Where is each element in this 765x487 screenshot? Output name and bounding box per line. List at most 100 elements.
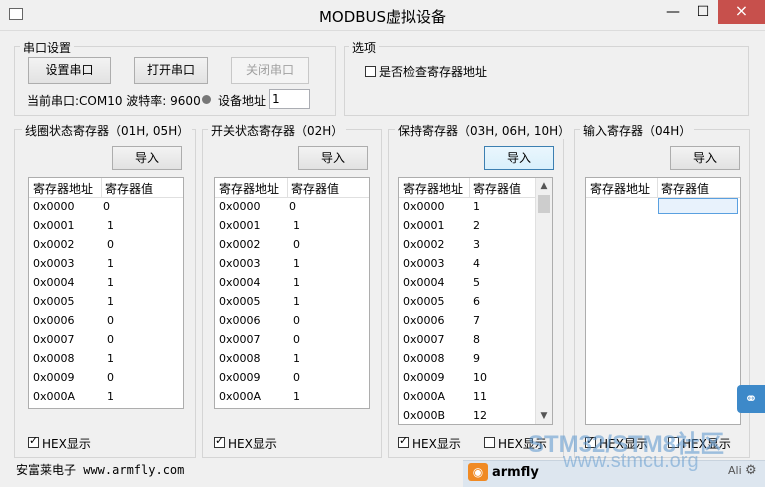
table-row[interactable]: 0x0002 0 xyxy=(29,236,183,255)
column-header-address[interactable]: 寄存器地址 xyxy=(219,180,279,197)
register-value-cell[interactable]: 0 xyxy=(107,314,114,327)
register-value-cell[interactable]: 10 xyxy=(473,371,487,384)
table-row[interactable]: 0x000A 1 xyxy=(215,388,369,407)
register-address-cell[interactable]: 0x0002 xyxy=(33,238,75,251)
table-row[interactable]: 0x0004 5 xyxy=(399,274,552,293)
table-row[interactable]: 0x0005 1 xyxy=(215,293,369,312)
register-value-cell[interactable]: 4 xyxy=(473,257,480,270)
register-address-cell[interactable]: 0x0007 xyxy=(33,333,75,346)
table-row[interactable]: 0x000A 11 xyxy=(399,388,552,407)
register-address-cell[interactable]: 0x0009 xyxy=(33,371,75,384)
column-header-address[interactable]: 寄存器地址 xyxy=(403,180,463,197)
register-table[interactable]: 寄存器地址 寄存器值 0x0000 0 0x0001 1 0x0002 0 0x0003 1 0x0… xyxy=(214,177,370,409)
table-row[interactable]: 0x0006 0 xyxy=(29,312,183,331)
register-address-cell[interactable]: 0x0007 xyxy=(219,333,261,346)
close-button[interactable]: × xyxy=(718,0,765,24)
table-row[interactable]: 0x0000 1 xyxy=(399,198,552,217)
register-value-cell[interactable]: 1 xyxy=(107,219,114,232)
column-header-value[interactable]: 寄存器值 xyxy=(473,180,521,197)
table-scrollbar[interactable]: ▲ ▼ xyxy=(535,178,552,424)
register-address-cell[interactable]: 0x0008 xyxy=(403,352,445,365)
register-value-cell[interactable]: 5 xyxy=(473,276,480,289)
table-row[interactable]: 0x0004 1 xyxy=(29,274,183,293)
table-row[interactable]: 0x0007 0 xyxy=(29,331,183,350)
register-value-cell[interactable]: 0 xyxy=(289,200,296,213)
scroll-thumb[interactable] xyxy=(538,195,550,213)
table-row[interactable]: 0x000B 12 xyxy=(399,407,552,424)
table-row[interactable]: 0x0003 1 xyxy=(215,255,369,274)
register-value-cell[interactable]: 1 xyxy=(293,352,300,365)
register-value-cell[interactable]: 1 xyxy=(107,390,114,403)
table-row[interactable]: 0x000A 1 xyxy=(29,388,183,407)
table-row[interactable]: 0x0009 0 xyxy=(215,369,369,388)
check-address-checkbox[interactable] xyxy=(365,66,376,77)
register-value-cell[interactable]: 2 xyxy=(473,219,480,232)
register-address-cell[interactable]: 0x0000 xyxy=(33,200,75,213)
register-value-cell[interactable]: 1 xyxy=(107,352,114,365)
register-address-cell[interactable]: 0x0009 xyxy=(403,371,445,384)
register-value-cell[interactable]: 0 xyxy=(293,314,300,327)
table-row[interactable]: 0x0009 10 xyxy=(399,369,552,388)
table-row[interactable]: 0x0001 1 xyxy=(215,217,369,236)
register-value-cell[interactable]: 1 xyxy=(473,200,480,213)
register-value-cell[interactable]: 9 xyxy=(473,352,480,365)
register-value-cell[interactable]: 0 xyxy=(107,371,114,384)
register-value-cell[interactable]: 0 xyxy=(107,333,114,346)
register-address-cell[interactable]: 0x0008 xyxy=(33,352,75,365)
register-address-cell[interactable]: 0x0000 xyxy=(403,200,445,213)
register-table[interactable]: 寄存器地址 寄存器值 xyxy=(585,177,741,425)
column-header-address[interactable]: 寄存器地址 xyxy=(33,180,93,197)
table-row[interactable]: 0x0005 6 xyxy=(399,293,552,312)
column-header-value[interactable]: 寄存器值 xyxy=(105,180,153,197)
register-address-cell[interactable]: 0x0005 xyxy=(219,295,261,308)
register-address-cell[interactable]: 0x0003 xyxy=(403,257,445,270)
import-button[interactable]: 导入 xyxy=(484,146,554,170)
register-value-cell[interactable]: 0 xyxy=(107,238,114,251)
register-value-cell[interactable]: 6 xyxy=(473,295,480,308)
register-address-cell[interactable]: 0x0009 xyxy=(219,371,261,384)
column-header-address[interactable]: 寄存器地址 xyxy=(590,180,650,197)
table-row[interactable]: 0x0008 9 xyxy=(399,350,552,369)
hex-display-checkbox[interactable] xyxy=(28,434,39,448)
table-row[interactable]: 0x0001 1 xyxy=(29,217,183,236)
register-address-cell[interactable]: 0x0003 xyxy=(33,257,75,270)
register-address-cell[interactable]: 0x0003 xyxy=(219,257,261,270)
settings-gear-icon[interactable]: ⚙ xyxy=(745,463,757,478)
register-table[interactable]: 寄存器地址 寄存器值 0x0000 0 0x0001 1 0x0002 0 0x0003 1 0x0… xyxy=(28,177,184,409)
table-row[interactable]: 0x0008 1 xyxy=(29,350,183,369)
column-divider[interactable] xyxy=(657,178,658,197)
register-value-cell[interactable]: 0 xyxy=(293,333,300,346)
table-row[interactable]: 0x0003 4 xyxy=(399,255,552,274)
hex-display-checkbox[interactable] xyxy=(398,434,409,448)
column-header-value[interactable]: 寄存器值 xyxy=(291,180,339,197)
register-value-cell[interactable]: 1 xyxy=(107,295,114,308)
register-address-cell[interactable]: 0x0002 xyxy=(403,238,445,251)
register-value-cell[interactable]: 8 xyxy=(473,333,480,346)
import-button[interactable]: 导入 xyxy=(298,146,368,170)
register-value-cell[interactable]: 1 xyxy=(293,276,300,289)
register-address-cell[interactable]: 0x0005 xyxy=(403,295,445,308)
register-value-cell[interactable]: 1 xyxy=(107,276,114,289)
register-address-cell[interactable]: 0x0002 xyxy=(219,238,261,251)
maximize-button[interactable]: ☐ xyxy=(688,0,718,26)
share-float-icon[interactable]: ⚭ xyxy=(737,385,765,413)
hex-display-checkbox[interactable] xyxy=(484,437,495,448)
register-value-cell[interactable]: 0 xyxy=(293,371,300,384)
device-address-input[interactable]: 1 xyxy=(269,89,310,109)
table-row[interactable]: 0x0003 1 xyxy=(29,255,183,274)
register-address-cell[interactable]: 0x0004 xyxy=(403,276,445,289)
register-address-cell[interactable]: 0x0005 xyxy=(33,295,75,308)
column-divider[interactable] xyxy=(101,178,102,197)
register-value-cell[interactable]: 7 xyxy=(473,314,480,327)
register-value-cell[interactable]: 0 xyxy=(103,200,110,213)
register-value-cell[interactable]: 1 xyxy=(293,390,300,403)
register-address-cell[interactable]: 0x0001 xyxy=(219,219,261,232)
register-address-cell[interactable]: 0x0006 xyxy=(33,314,75,327)
register-table[interactable]: 寄存器地址 寄存器值 0x0000 1 0x0001 2 0x0002 3 0x0003 4 0x0… xyxy=(398,177,553,425)
register-value-cell[interactable]: 1 xyxy=(293,219,300,232)
scroll-up-icon[interactable]: ▲ xyxy=(536,178,552,194)
close-serial-button[interactable]: 关闭串口 xyxy=(231,57,309,84)
register-address-cell[interactable]: 0x0007 xyxy=(403,333,445,346)
table-row[interactable]: 0x0007 0 xyxy=(215,331,369,350)
register-address-cell[interactable]: 0x0000 xyxy=(219,200,261,213)
